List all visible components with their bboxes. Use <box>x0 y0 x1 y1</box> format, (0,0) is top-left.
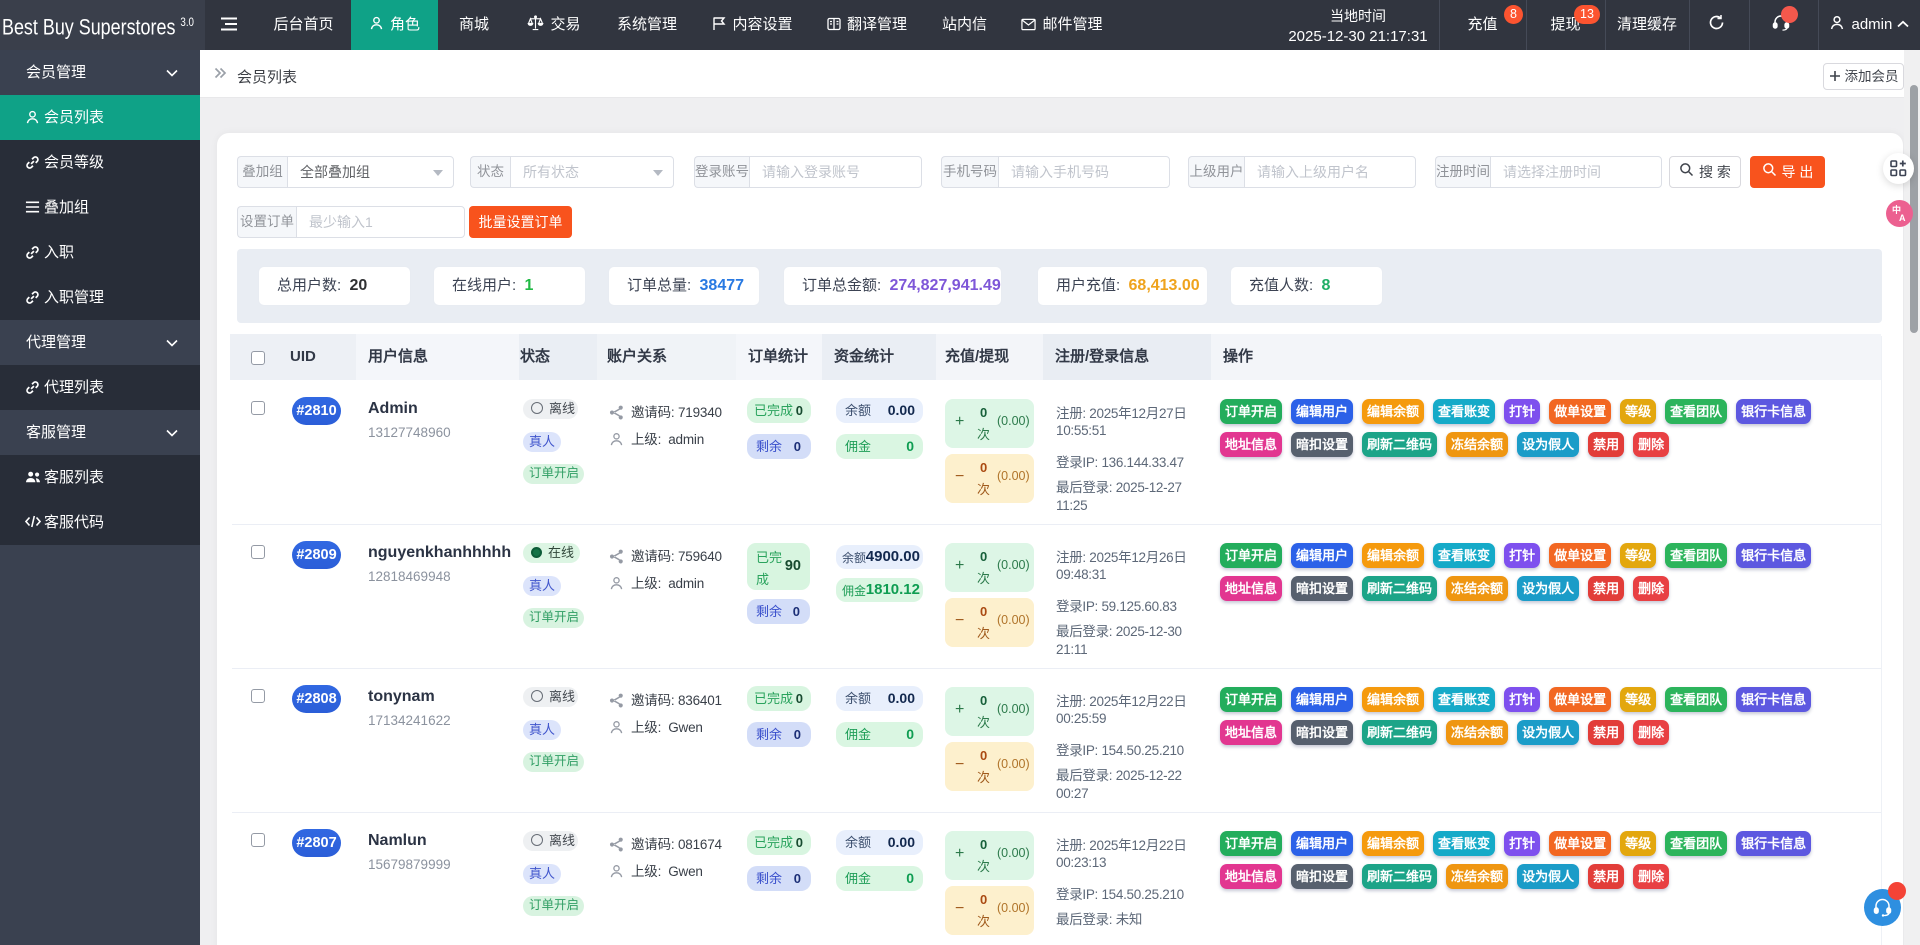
svg-text:A: A <box>1899 213 1906 223</box>
